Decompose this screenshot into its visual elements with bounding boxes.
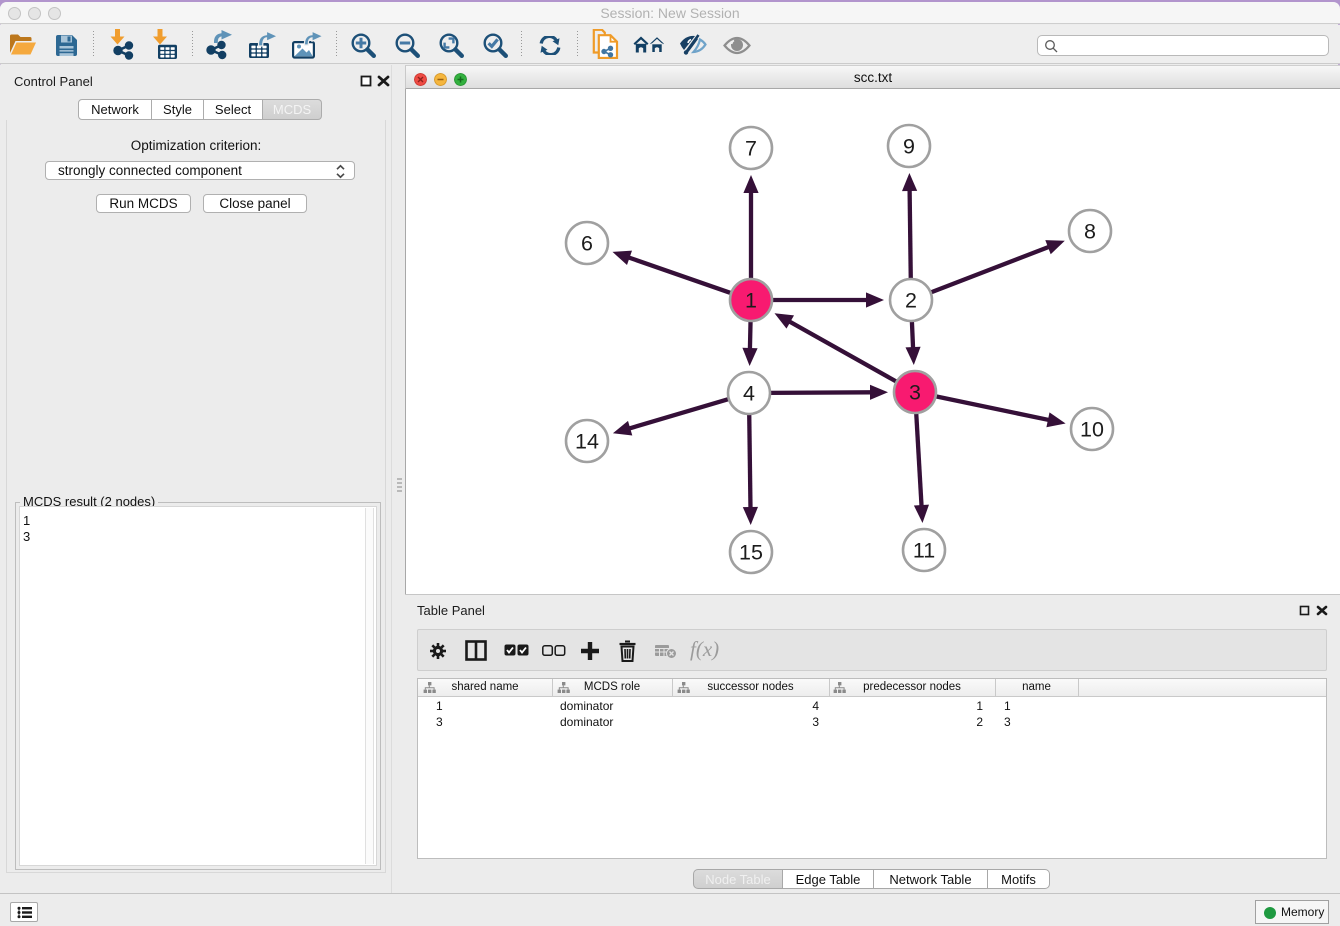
svg-text:1: 1 — [745, 289, 757, 313]
svg-text:3: 3 — [909, 381, 921, 405]
svg-text:4: 4 — [743, 382, 755, 406]
svg-text:6: 6 — [581, 232, 593, 256]
svg-text:11: 11 — [913, 539, 935, 563]
svg-text:10: 10 — [1080, 418, 1104, 442]
svg-text:15: 15 — [739, 541, 763, 565]
svg-text:2: 2 — [905, 289, 917, 313]
svg-text:9: 9 — [903, 135, 915, 159]
svg-text:7: 7 — [745, 137, 757, 161]
svg-text:8: 8 — [1084, 220, 1096, 244]
svg-text:14: 14 — [575, 430, 599, 454]
